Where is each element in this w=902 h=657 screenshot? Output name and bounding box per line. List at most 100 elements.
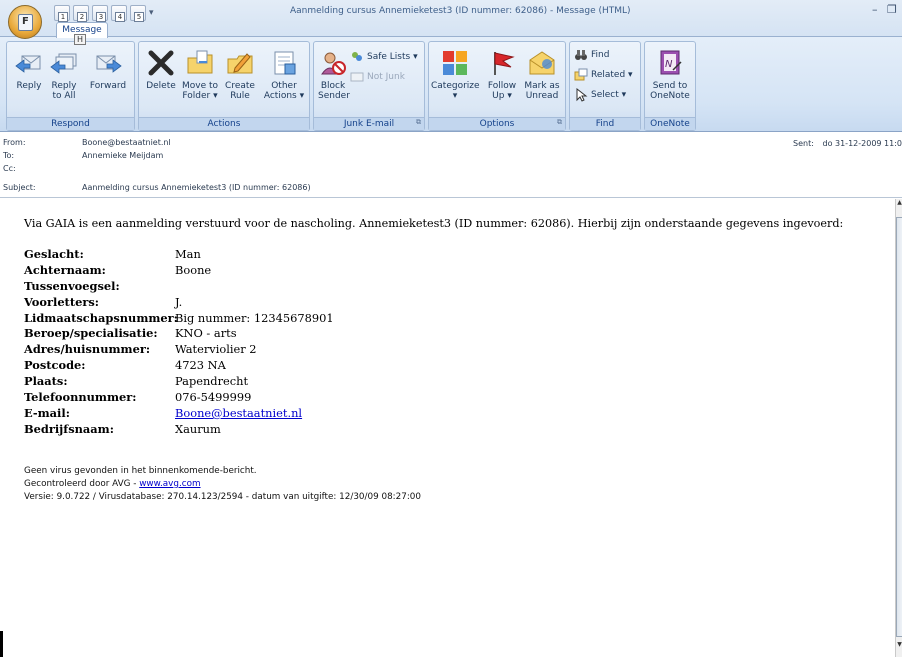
related-button[interactable]: Related ▾ (574, 68, 633, 82)
reply-all-icon (49, 48, 79, 78)
office-button-keytip: F (18, 14, 33, 31)
group-options: Categorize ▾ Follow Up ▾ Mark as Unread … (428, 41, 566, 131)
to-value[interactable]: Annemieke Meijdam (82, 151, 163, 160)
from-label: From: (3, 138, 26, 147)
mark-unread-icon (527, 48, 557, 78)
send-to-onenote-button[interactable]: N Send to OneNote (649, 48, 691, 101)
onenote-icon: N (655, 48, 685, 78)
create-rule-button[interactable]: Create Rule (223, 48, 257, 101)
reply-button[interactable]: Reply (13, 48, 45, 91)
safe-lists-button[interactable]: Safe Lists ▾ (350, 50, 418, 64)
qat-keytip-1: 1 (58, 12, 68, 22)
field-label: Bedrijfsnaam: (24, 421, 114, 436)
field-label: Plaats: (24, 374, 68, 389)
safe-lists-icon (350, 50, 364, 64)
field-value: KNO - arts (175, 326, 237, 341)
field-label: Adres/huisnummer: (24, 342, 151, 357)
reply-all-button[interactable]: Reply to All (47, 48, 81, 101)
forward-icon (93, 48, 123, 78)
avg-line-2: Gecontroleerd door AVG - www.avg.com (24, 478, 201, 489)
field-value: Xaurum (175, 421, 221, 436)
sent-info: Sent: do 31-12-2009 11:0 (793, 139, 902, 148)
qat-keytip-3: 3 (96, 12, 106, 22)
qat-customize-icon[interactable]: ▾ (149, 8, 159, 18)
field-label: Tussenvoegsel: (24, 278, 120, 293)
other-actions-button[interactable]: Other Actions ▾ (263, 48, 305, 101)
block-sender-button[interactable]: Block Sender (318, 48, 350, 101)
intro-text: Via GAIA is een aanmelding verstuurd voo… (24, 217, 844, 230)
find-button[interactable]: Find (574, 48, 609, 62)
flag-icon (487, 48, 517, 78)
sent-label: Sent: (793, 139, 814, 148)
avg-line-1: Geen virus gevonden in het binnenkomende… (24, 466, 257, 476)
subject-label: Subject: (3, 183, 36, 192)
options-dialog-launcher-icon[interactable]: ⧉ (557, 116, 562, 128)
field-value: Big nummer: 12345678901 (175, 310, 334, 325)
to-label: To: (3, 151, 15, 160)
forward-button[interactable]: Forward (87, 48, 129, 91)
quick-access-toolbar: 1 2 3 4 5 ▾ (54, 3, 159, 23)
field-label: Beroep/specialisatie: (24, 326, 158, 341)
ribbon: Reply Reply to All Forward Respond Delet… (0, 36, 902, 132)
qat-keytip-4: 4 (115, 12, 125, 22)
field-value: Man (175, 247, 201, 261)
title-bar: F 1 2 3 4 5 ▾ Aanmelding cursus Annemiek… (0, 0, 902, 39)
delete-icon (146, 48, 176, 78)
mark-as-unread-button[interactable]: Mark as Unread (523, 48, 561, 101)
categorize-button[interactable]: Categorize ▾ (431, 48, 480, 101)
field-label: Geslacht: (24, 247, 84, 261)
not-junk-button[interactable]: Not Junk (350, 70, 405, 84)
group-actions-label: Actions (139, 117, 309, 130)
scroll-down-icon[interactable]: ▼ (896, 641, 902, 657)
field-value: J. (175, 294, 183, 309)
qat-previous-button[interactable]: 4 (111, 5, 127, 22)
email-link[interactable]: Boone@bestaatniet.nl (175, 406, 302, 420)
move-to-folder-button[interactable]: Move to Folder ▾ (181, 48, 219, 101)
field-value: Boone (175, 262, 212, 277)
subject-value: Aanmelding cursus Annemieketest3 (ID num… (82, 183, 311, 192)
field-value: 076-5499999 (175, 390, 252, 405)
avg-link[interactable]: www.avg.com (139, 479, 200, 489)
group-find-label: Find (570, 117, 640, 130)
vertical-scrollbar[interactable]: ▲ ▼ (895, 199, 902, 657)
office-button[interactable]: F (8, 5, 42, 39)
scroll-thumb[interactable] (896, 217, 902, 637)
rule-icon (225, 48, 255, 78)
group-respond: Reply Reply to All Forward Respond (6, 41, 135, 131)
categorize-icon (440, 48, 470, 78)
binoculars-icon (574, 48, 588, 62)
follow-up-button[interactable]: Follow Up ▾ (485, 48, 519, 101)
field-label: Voorletters: (24, 294, 99, 309)
restore-button[interactable]: ❐ (887, 3, 897, 16)
other-actions-icon (269, 48, 299, 78)
qat-next-button[interactable]: 5 (130, 5, 146, 22)
qat-redo-button[interactable]: 3 (92, 5, 108, 22)
window-title: Aanmelding cursus Annemieketest3 (ID num… (290, 6, 631, 16)
qat-undo-button[interactable]: 2 (73, 5, 89, 22)
field-label: Lidmaatschapsnummer: (24, 310, 178, 325)
field-label: Telefoonnummer: (24, 390, 137, 405)
select-button[interactable]: Select ▾ (574, 87, 626, 102)
group-junk-email-label: Junk E-mail ⧉ (314, 117, 424, 130)
block-sender-icon (318, 48, 348, 78)
cc-label: Cc: (3, 164, 16, 173)
avg-line-3: Versie: 9.0.722 / Virusdatabase: 270.14.… (24, 491, 421, 502)
qat-keytip-5: 5 (134, 12, 144, 22)
field-label: Postcode: (24, 358, 86, 373)
scroll-up-icon[interactable]: ▲ (896, 199, 902, 215)
related-icon (574, 68, 588, 82)
message-header: From: Boone@bestaatniet.nl To: Annemieke… (0, 133, 902, 199)
field-label: Achternaam: (24, 262, 106, 277)
field-value: 4723 NA (175, 358, 226, 373)
avg-notice: Geen virus gevonden in het binnenkomende… (24, 465, 421, 503)
reply-icon (14, 48, 44, 78)
delete-button[interactable]: Delete (145, 48, 177, 91)
group-respond-label: Respond (7, 117, 134, 130)
field-value: Papendrecht (175, 374, 249, 389)
from-value[interactable]: Boone@bestaatniet.nl (82, 138, 171, 147)
qat-save-button[interactable]: 1 (54, 5, 70, 22)
field-value-email: Boone@bestaatniet.nl (175, 406, 302, 420)
minimize-button[interactable]: – (872, 3, 878, 16)
junk-dialog-launcher-icon[interactable]: ⧉ (416, 116, 421, 128)
message-body[interactable]: Via GAIA is een aanmelding verstuurd voo… (0, 199, 895, 657)
